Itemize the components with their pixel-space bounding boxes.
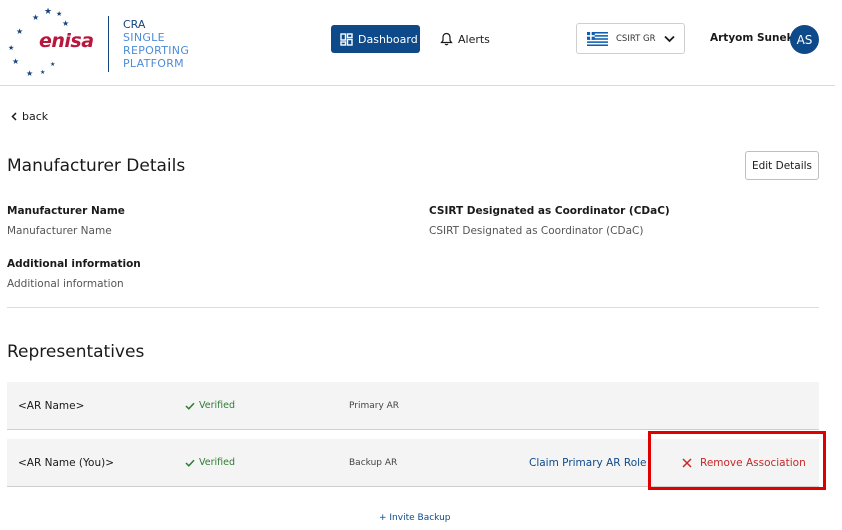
svg-text:★: ★ (62, 19, 69, 28)
dashboard-grid-icon (340, 32, 353, 46)
nav-alerts-label: Alerts (458, 32, 490, 46)
svg-text:★: ★ (40, 69, 45, 76)
representative-name: <AR Name (You)> (18, 457, 115, 469)
representative-role: Backup AR (349, 458, 398, 468)
representative-row: <AR Name> Verified Primary AR (7, 382, 819, 430)
app-header: ★ ★ ★ ★ ★ ★ ★ ★ ★ ★ enisa CRA SINGLE REP… (0, 0, 835, 86)
logo-wordmark: enisa (39, 30, 94, 52)
greece-flag-icon (587, 31, 608, 46)
bell-icon (440, 32, 453, 46)
highlight-annotation (648, 431, 826, 490)
representatives-title: Representatives (7, 342, 145, 362)
edit-details-button[interactable]: Edit Details (745, 151, 819, 180)
verified-status: Verified (185, 400, 235, 411)
svg-text:★: ★ (8, 44, 14, 52)
back-label: back (22, 110, 49, 123)
logo-divider (108, 16, 109, 72)
claim-primary-ar-button[interactable]: Claim Primary AR Role (529, 457, 647, 469)
verified-status: Verified (185, 457, 235, 468)
enisa-logo[interactable]: ★ ★ ★ ★ ★ ★ ★ ★ ★ ★ enisa CRA SINGLE REP… (6, 4, 196, 80)
platform-name-line-4: PLATFORM (123, 57, 184, 70)
representative-role: Primary AR (349, 401, 400, 411)
check-icon (185, 402, 195, 410)
chevron-left-icon (11, 112, 17, 121)
additional-info-label: Additional information (7, 258, 141, 270)
section-divider (7, 307, 819, 308)
verified-label: Verified (199, 457, 236, 468)
nav-alerts-button[interactable]: Alerts (440, 25, 490, 53)
nav-dashboard-button[interactable]: Dashboard (331, 25, 420, 53)
page-title: Manufacturer Details (7, 156, 186, 176)
back-link[interactable]: back (11, 110, 48, 123)
additional-info-value: Additional information (7, 278, 124, 290)
platform-name-line-3: REPORTING (123, 44, 190, 57)
svg-text:★: ★ (26, 69, 33, 78)
svg-text:★: ★ (32, 13, 39, 22)
svg-text:★: ★ (50, 61, 55, 68)
representative-name: <AR Name> (18, 400, 85, 412)
nav-dashboard-label: Dashboard (358, 32, 418, 46)
svg-text:★: ★ (12, 57, 19, 66)
csirt-select-value: CSIRT GR (616, 33, 656, 44)
csirt-coordinator-value: CSIRT Designated as Coordinator (CDaC) (429, 225, 644, 237)
platform-name: CRA SINGLE REPORTING PLATFORM (123, 18, 189, 70)
svg-text:★: ★ (16, 27, 23, 36)
csirt-select[interactable]: CSIRT GR (576, 23, 685, 54)
manufacturer-name-value: Manufacturer Name (7, 225, 112, 237)
manufacturer-name-label: Manufacturer Name (7, 205, 125, 217)
chevron-down-icon (663, 35, 675, 42)
check-icon (185, 459, 195, 467)
invite-backup-link[interactable]: + Invite Backup (379, 513, 451, 523)
svg-text:★: ★ (56, 10, 62, 18)
csirt-coordinator-label: CSIRT Designated as Coordinator (CDaC) (429, 205, 670, 217)
svg-text:★: ★ (44, 7, 52, 17)
user-name: Artyom Sunek (710, 32, 794, 44)
platform-name-line-1: CRA (123, 18, 146, 31)
platform-name-line-2: SINGLE (123, 31, 165, 44)
user-avatar[interactable]: AS (790, 25, 819, 54)
verified-label: Verified (199, 400, 236, 411)
